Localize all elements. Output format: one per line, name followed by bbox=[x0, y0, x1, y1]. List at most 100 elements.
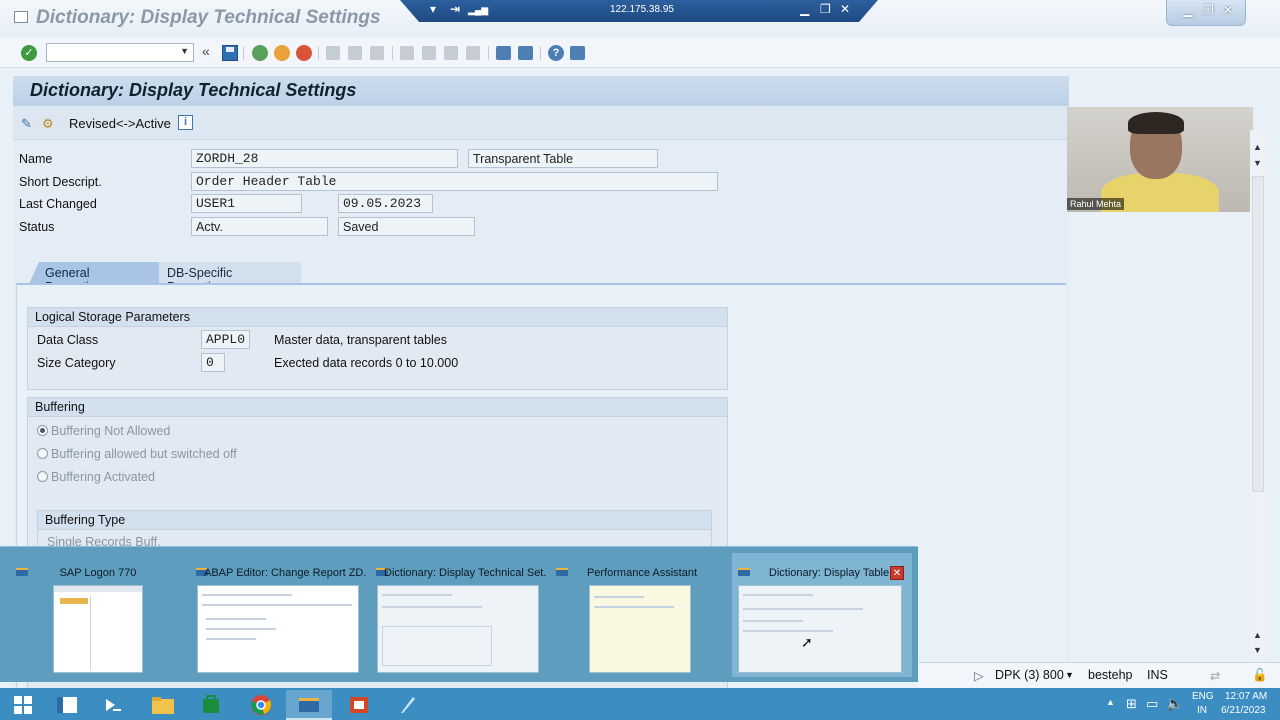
other-object-icon[interactable]: ⚙ bbox=[42, 116, 58, 131]
language-region[interactable]: IN bbox=[1197, 705, 1207, 716]
network-icon[interactable]: ⊞ bbox=[1126, 696, 1137, 712]
language-primary[interactable]: ENG bbox=[1192, 691, 1214, 702]
command-field[interactable]: ▼ bbox=[46, 43, 194, 62]
task-preview-technical-settings[interactable]: Dictionary: Display Technical Set... bbox=[370, 553, 546, 677]
volume-icon[interactable]: 🔈 bbox=[1166, 695, 1183, 712]
status-field[interactable]: Actv. bbox=[191, 217, 328, 236]
separator bbox=[488, 46, 489, 60]
help-icon[interactable]: ? bbox=[548, 45, 564, 61]
thumb-header bbox=[54, 586, 142, 592]
next-page-icon[interactable] bbox=[444, 46, 458, 60]
close-icon[interactable]: ✕ bbox=[890, 566, 904, 580]
powershell-icon[interactable] bbox=[90, 690, 136, 720]
save-icon[interactable] bbox=[222, 45, 238, 61]
radio-buffering-activated[interactable]: Buffering Activated bbox=[37, 470, 155, 484]
app-launcher-icon[interactable] bbox=[384, 690, 430, 720]
status-lock-icon[interactable]: 🔓 bbox=[1252, 668, 1268, 683]
minimize-icon[interactable]: ▁ bbox=[1183, 3, 1192, 17]
explorer-window-icon[interactable] bbox=[44, 690, 90, 720]
signal-icon: ⇥ bbox=[450, 2, 461, 16]
rdp-minimize-icon[interactable]: ▁ bbox=[800, 2, 809, 16]
task-label: ABAP Editor: Change Report ZD... bbox=[204, 567, 366, 579]
tab-db-specific-properties[interactable]: DB-Specific Properties bbox=[159, 262, 301, 294]
exit-icon[interactable] bbox=[274, 45, 290, 61]
first-page-icon[interactable] bbox=[400, 46, 414, 60]
data-class-field[interactable]: APPL0 bbox=[201, 330, 250, 349]
file-explorer-icon[interactable] bbox=[140, 690, 186, 720]
radio-buffering-not-allowed[interactable]: Buffering Not Allowed bbox=[37, 424, 170, 438]
status-settings-icon[interactable]: ⇄ bbox=[1210, 668, 1220, 683]
rdp-close-icon[interactable]: ✕ bbox=[840, 2, 850, 16]
display-change-icon[interactable]: ✎ bbox=[21, 116, 37, 131]
sap-gui-icon[interactable] bbox=[286, 690, 332, 720]
pin-icon[interactable]: ▾ bbox=[430, 2, 436, 16]
buffering-type-header: Buffering Type bbox=[38, 511, 711, 530]
store-icon[interactable] bbox=[188, 690, 234, 720]
separator bbox=[318, 46, 319, 60]
scroll-down-icon[interactable]: ▲ bbox=[1253, 630, 1262, 640]
separator bbox=[243, 46, 244, 60]
radio-buffering-switched-off[interactable]: Buffering allowed but switched off bbox=[37, 447, 237, 461]
enter-check-icon[interactable]: ✓ bbox=[21, 45, 37, 61]
scroll-up-icon[interactable]: ▼ bbox=[1253, 158, 1262, 168]
application-toolbar: ✎ ⚙ Revised<->Active i bbox=[13, 106, 1069, 140]
task-preview-sap-logon[interactable]: SAP Logon 770 bbox=[10, 553, 186, 677]
clock-time[interactable]: 12:07 AM bbox=[1225, 691, 1267, 702]
name-field[interactable]: ZORDH_28 bbox=[191, 149, 458, 168]
short-desc-field[interactable]: Order Header Table bbox=[191, 172, 718, 191]
presenter-name: Rahul Mehta bbox=[1067, 198, 1125, 210]
windows-taskbar: ▲ ⊞ ▭ 🔈 ENG IN 12:07 AM 6/21/2023 bbox=[0, 688, 1280, 720]
last-page-icon[interactable] bbox=[466, 46, 480, 60]
task-preview-display-table[interactable]: Dictionary: Display Table ✕ ➚ bbox=[732, 553, 912, 677]
close-icon[interactable]: ✕ bbox=[1223, 3, 1233, 17]
radio-icon[interactable] bbox=[37, 448, 48, 459]
status-expand-icon[interactable]: ▷ bbox=[974, 668, 984, 683]
chrome-icon[interactable] bbox=[238, 690, 284, 720]
maximize-icon[interactable]: ❐ bbox=[1203, 3, 1214, 17]
rdp-restore-icon[interactable]: ❐ bbox=[820, 2, 831, 16]
thumb-line bbox=[743, 608, 863, 610]
system-info: DPK (3) 800 bbox=[995, 668, 1064, 682]
cancel-icon[interactable] bbox=[296, 45, 312, 61]
radio-icon[interactable] bbox=[37, 471, 48, 482]
scroll-up-icon[interactable]: ▲ bbox=[1253, 142, 1262, 152]
task-preview-abap-editor[interactable]: ABAP Editor: Change Report ZD... bbox=[190, 553, 366, 677]
revised-active-button[interactable]: Revised<->Active bbox=[69, 116, 171, 131]
thumb-line bbox=[202, 604, 352, 606]
thumb-line bbox=[743, 620, 803, 622]
tray-expand-icon[interactable]: ▲ bbox=[1106, 697, 1115, 707]
radio-selected-icon[interactable] bbox=[37, 425, 48, 436]
info-icon[interactable]: i bbox=[178, 115, 193, 130]
saved-status-field[interactable]: Saved bbox=[338, 217, 475, 236]
find-icon[interactable] bbox=[348, 46, 362, 60]
tab-general-properties[interactable]: General Properties bbox=[29, 262, 159, 284]
status-label: Status bbox=[19, 220, 55, 234]
layout-menu-icon[interactable] bbox=[570, 46, 585, 60]
battery-icon[interactable]: ▭ bbox=[1146, 696, 1158, 712]
task-label: Performance Assistant bbox=[586, 567, 698, 579]
scrollbar-thumb[interactable] bbox=[1252, 176, 1264, 492]
table-type-field[interactable]: Transparent Table bbox=[468, 149, 658, 168]
task-thumbnail bbox=[589, 585, 691, 673]
powerpoint-icon[interactable] bbox=[336, 690, 382, 720]
system-dropdown-icon[interactable]: ▼ bbox=[1065, 670, 1074, 680]
last-changed-date-field[interactable]: 09.05.2023 bbox=[338, 194, 433, 213]
buffering-header: Buffering bbox=[28, 398, 727, 417]
scroll-down-icon[interactable]: ▼ bbox=[1253, 645, 1262, 655]
previous-page-icon[interactable] bbox=[422, 46, 436, 60]
chevron-down-icon[interactable]: ▼ bbox=[180, 46, 189, 56]
new-session-icon[interactable] bbox=[496, 46, 511, 60]
clock-date[interactable]: 6/21/2023 bbox=[1221, 705, 1266, 716]
print-icon[interactable] bbox=[326, 46, 340, 60]
back-icon[interactable] bbox=[252, 45, 268, 61]
last-changed-user-field[interactable]: USER1 bbox=[191, 194, 302, 213]
size-category-field[interactable]: 0 bbox=[201, 353, 225, 372]
vertical-scrollbar[interactable]: ▲ ▼ ▲ ▼ bbox=[1250, 130, 1266, 660]
window-menu-icon[interactable] bbox=[14, 11, 28, 23]
start-windows-icon[interactable] bbox=[0, 690, 46, 720]
shortcut-icon[interactable] bbox=[518, 46, 533, 60]
task-preview-performance-assistant[interactable]: Performance Assistant bbox=[550, 553, 726, 677]
collapse-icon[interactable]: « bbox=[202, 43, 210, 59]
radio-label: Buffering Not Allowed bbox=[51, 424, 171, 438]
find-next-icon[interactable] bbox=[370, 46, 384, 60]
